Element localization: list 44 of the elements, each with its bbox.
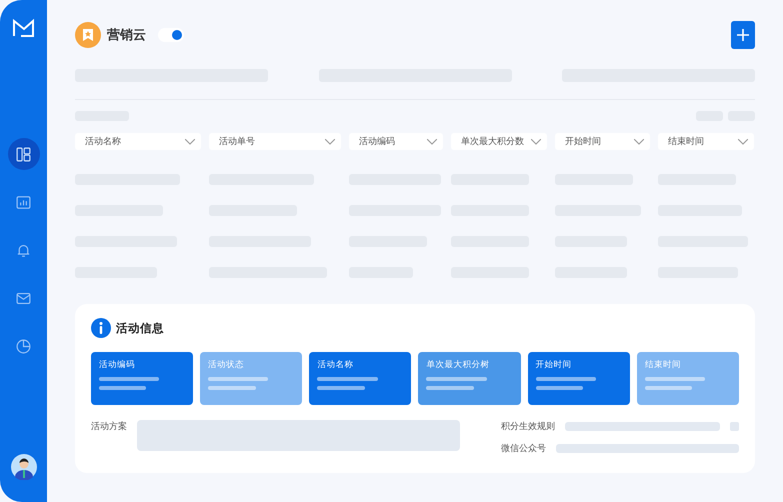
- tile-label: 活动编码: [99, 359, 136, 371]
- placeholder-line: [536, 377, 596, 381]
- chevron-down-icon: [531, 138, 541, 144]
- avatar-icon[interactable]: [10, 454, 36, 480]
- placeholder-line: [208, 386, 256, 390]
- app-icon: [75, 22, 101, 48]
- tile-label: 开始时间: [536, 359, 573, 371]
- placeholder-line: [426, 377, 487, 381]
- plus-icon: [737, 29, 749, 41]
- placeholder-bar: [730, 422, 739, 431]
- filter-dropdown[interactable]: 活动单号: [209, 133, 341, 150]
- placeholder-line: [426, 386, 474, 390]
- app-title: 营销云: [107, 27, 146, 44]
- placeholder-line: [99, 377, 160, 381]
- filter-dropdown[interactable]: 开始时间: [555, 133, 650, 150]
- add-button[interactable]: [731, 21, 755, 49]
- placeholder-line: [317, 386, 365, 390]
- chevron-down-icon: [738, 138, 748, 144]
- tile-label: 单次最大积分树: [426, 359, 490, 371]
- placeholder-line: [536, 386, 584, 390]
- filter-dropdown[interactable]: 活动编码: [349, 133, 443, 150]
- toggle-switch[interactable]: [158, 28, 184, 42]
- chevron-down-icon: [325, 138, 335, 144]
- tile-label: 结束时间: [644, 359, 682, 371]
- placeholder-line: [644, 386, 692, 390]
- chevron-down-icon: [185, 138, 195, 144]
- section-title: 活动信息: [116, 320, 164, 336]
- tile-label: 活动名称: [317, 359, 354, 371]
- placeholder-line: [208, 377, 268, 381]
- filter-dropdown[interactable]: 单次最大积分数: [451, 133, 547, 150]
- info-icon: [91, 318, 111, 338]
- logo-icon: [12, 18, 36, 38]
- placeholder-line: [317, 377, 378, 381]
- filter-dropdown[interactable]: 结束时间: [658, 133, 754, 150]
- field-label: 微信公众号: [501, 442, 546, 455]
- chevron-down-icon: [427, 138, 437, 144]
- chevron-down-icon: [634, 138, 644, 144]
- placeholder-line: [644, 377, 706, 381]
- field-label: 积分生效规则: [501, 420, 555, 433]
- field-label: 活动方案: [91, 420, 127, 434]
- tile-label: 活动状态: [208, 359, 246, 371]
- placeholder-line: [99, 386, 146, 390]
- nav-layout-icon[interactable]: [8, 138, 40, 170]
- filter-dropdown[interactable]: 活动名称: [75, 133, 201, 150]
